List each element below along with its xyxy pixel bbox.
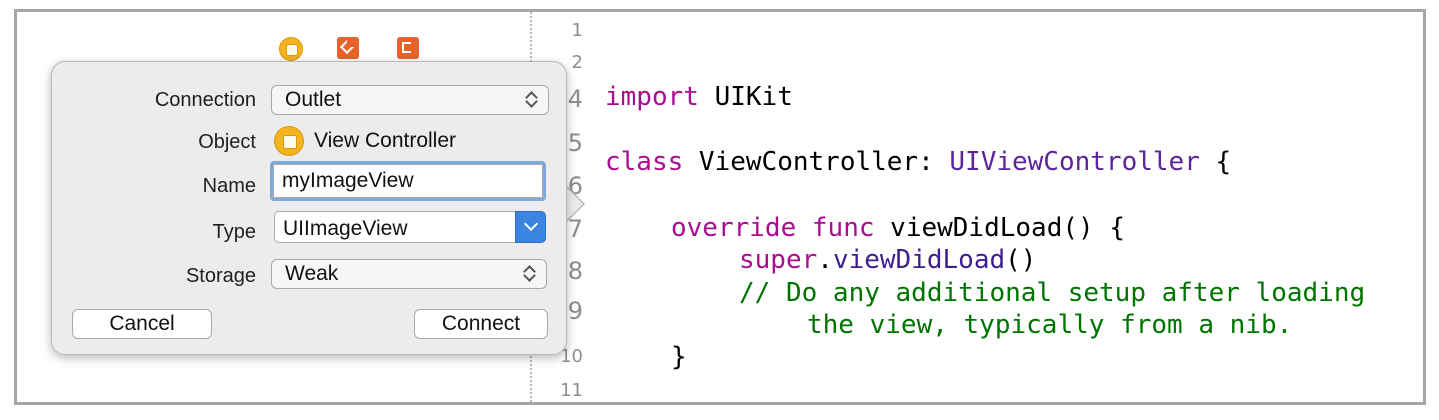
name-field-focus-ring [270, 161, 546, 201]
code-token: import [605, 82, 699, 112]
code-line-override: override func viewDidLoad() { [671, 212, 1125, 244]
code-token: func [811, 213, 875, 243]
object-label: Object [198, 131, 256, 153]
connection-value: Outlet [285, 88, 342, 111]
code-line-super-call: super.viewDidLoad() [739, 244, 1036, 276]
code-token: UIViewController [949, 147, 1200, 177]
name-label: Name [202, 175, 256, 197]
connection-popover: Connection Outlet Object View Controller… [51, 61, 567, 355]
chevron-down-icon[interactable] [515, 211, 546, 243]
up-down-arrows-icon [524, 265, 536, 283]
cancel-button[interactable]: Cancel [72, 309, 212, 339]
code-token: ViewController: [683, 147, 950, 177]
connect-button[interactable]: Connect [414, 309, 548, 339]
code-token: { [1199, 147, 1232, 177]
code-line-import: import UIKit [605, 81, 793, 113]
code-token: () [1005, 245, 1037, 275]
code-editor[interactable]: 1 2 4 5 6 7 8 9 10 11 import UIKit class… [533, 12, 1423, 402]
storage-label: Storage [185, 265, 256, 287]
code-line-closing-brace: } [671, 342, 687, 372]
connection-popup[interactable]: Outlet [271, 85, 549, 115]
code-line-comment-continued: the view, typically from a nib. [807, 310, 1293, 340]
connection-label: Connection [154, 89, 256, 111]
object-value: View Controller [314, 129, 457, 152]
type-label: Type [212, 221, 256, 243]
code-line-comment: // Do any additional setup after loading [739, 278, 1366, 308]
up-down-arrows-icon [526, 91, 538, 109]
code-line-class-declaration: class ViewController: UIViewController { [605, 146, 1231, 178]
app-window: 1 2 4 5 6 7 8 9 10 11 import UIKit class… [14, 9, 1426, 405]
code-token: viewDidLoad() { [874, 213, 1125, 243]
exit-icon[interactable] [397, 37, 419, 59]
code-token: super [739, 245, 818, 275]
line-number: 11 [560, 380, 583, 401]
storage-popup[interactable]: Weak [271, 259, 547, 289]
type-combo-box[interactable]: UIImageView [274, 211, 546, 243]
code-token: class [605, 147, 684, 177]
code-token: UIKit [698, 82, 793, 112]
type-value: UIImageView [283, 217, 408, 240]
line-number: 1 [571, 20, 583, 41]
storage-value: Weak [285, 262, 339, 285]
first-responder-icon[interactable] [337, 37, 359, 59]
name-field[interactable] [273, 164, 543, 198]
view-controller-icon [274, 126, 304, 156]
view-controller-icon[interactable] [279, 37, 303, 61]
code-token: viewDidLoad [832, 245, 1006, 275]
code-token: override [671, 213, 797, 243]
code-token: . [817, 245, 833, 275]
